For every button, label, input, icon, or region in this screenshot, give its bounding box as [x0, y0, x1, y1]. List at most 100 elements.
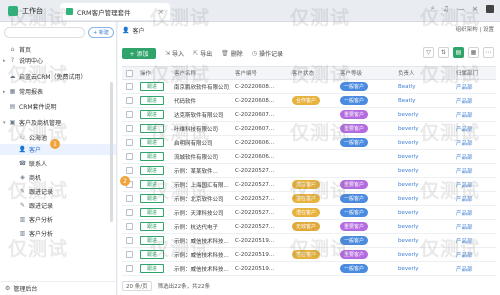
row-checkbox[interactable]	[126, 153, 133, 160]
top-right-links[interactable]: 组织架构 | 设置	[456, 25, 494, 33]
import-button[interactable]: ⇲ 导入	[165, 49, 184, 58]
follow-up-button[interactable]: 跟进	[140, 166, 164, 175]
col-header-status[interactable]: 客户状态	[292, 67, 332, 79]
follow-up-button[interactable]: 跟进	[140, 236, 164, 245]
customer-name[interactable]: 代码软件	[174, 94, 234, 107]
row-checkbox[interactable]	[126, 195, 133, 202]
owner-link[interactable]: beverly	[398, 234, 438, 247]
page-size-select[interactable]: 20 条/页	[122, 281, 152, 291]
customer-name[interactable]: 示例：北京软件公司	[174, 192, 234, 205]
col-header-level[interactable]: 客户等级	[340, 67, 390, 79]
dept-link[interactable]: 产品部	[456, 262, 496, 275]
search-input[interactable]	[4, 27, 85, 38]
log-button[interactable]: ◷ 操作记录	[252, 49, 283, 58]
owner-link[interactable]: beverly	[398, 150, 438, 163]
row-checkbox[interactable]	[126, 209, 133, 216]
table-row[interactable]: 跟进 示例：某某软件... C-20220527... beverly 产品部	[122, 164, 496, 178]
dept-link[interactable]: 产品部	[456, 150, 496, 163]
sidebar-item[interactable]: ◈ 商机	[0, 172, 116, 183]
sidebar-item[interactable]: ▥ 客户分析	[0, 214, 116, 225]
sidebar-item[interactable]: ▥ 客户分析	[0, 228, 116, 239]
admin-link[interactable]: ⚙ 管理后台	[0, 281, 116, 295]
dept-link[interactable]: 产品部	[456, 192, 496, 205]
row-checkbox[interactable]	[126, 83, 133, 90]
more-icon[interactable]: ⋯	[483, 47, 494, 58]
table-row[interactable]: 跟进 南京鹏欣软件有限公司 C-20220608... 一般客户 Beatly 产品部	[122, 80, 496, 94]
table-row[interactable]: 跟进 代码软件 C-20220608... 合作客户 一般客户 Beatly 产品部	[122, 94, 496, 108]
follow-up-button[interactable]: 跟进	[140, 82, 164, 91]
dept-link[interactable]: 产品部	[456, 94, 496, 107]
owner-link[interactable]: Beatly	[398, 94, 438, 107]
col-header-dept[interactable]: 归属部门	[456, 67, 496, 79]
col-header-name[interactable]: 客户名称	[174, 67, 234, 79]
customer-name[interactable]: 示例：杭达代电子	[174, 220, 234, 233]
owner-link[interactable]: beverly	[398, 136, 438, 149]
sidebar-item[interactable]: ⌂ 首页	[0, 44, 116, 55]
customer-name[interactable]: 示例：威信技术科技...	[174, 234, 234, 247]
dept-link[interactable]: 产品部	[456, 108, 496, 121]
sidebar-scrollbar[interactable]	[110, 82, 113, 222]
owner-link[interactable]: beverly	[398, 108, 438, 121]
table-row[interactable]: 跟进 示例：上海国汇有限... C-20220527... 潜在客户 重要客户 bever…	[122, 178, 496, 192]
sidebar-item[interactable]: ☎ 联系人	[0, 158, 116, 169]
customer-name[interactable]: 南京鹏欣软件有限公司	[174, 80, 234, 93]
sort-icon[interactable]: ⇅	[438, 47, 449, 58]
customer-name[interactable]: 示例：威信技术科技...	[174, 262, 234, 275]
customer-name[interactable]: 示例：上海国汇有限...	[174, 178, 234, 191]
table-row[interactable]: 跟进 启明网有限公司 C-20220606... 一般客户 beverly 产品部	[122, 136, 496, 150]
close-icon[interactable]: ×	[472, 5, 478, 13]
dept-link[interactable]: 产品部	[456, 248, 496, 261]
customer-name[interactable]: 流城软件有限公司	[174, 150, 234, 163]
dept-link[interactable]: 产品部	[456, 178, 496, 191]
dept-link[interactable]: 产品部	[456, 164, 496, 177]
table-row[interactable]: 跟进 示例：杭达代电子 C-20220527... 无效客户 重要客户 beverly 产品…	[122, 220, 496, 234]
customer-name[interactable]: 达克斯软件有限公司	[174, 108, 234, 121]
row-checkbox[interactable]	[126, 237, 133, 244]
owner-link[interactable]: beverly	[398, 262, 438, 275]
add-button[interactable]: + 添加	[122, 47, 156, 59]
customer-name[interactable]: 示例：某某软件...	[174, 164, 234, 177]
follow-up-button[interactable]: 跟进	[140, 208, 164, 217]
table-row[interactable]: 跟进 叶维科技有限公司 C-20220607... 重要客户 beverly 产品部	[122, 122, 496, 136]
tab-close-icon[interactable]: ×	[158, 8, 164, 16]
table-row[interactable]: 跟进 示例：威信技术科技... C-20220519... 一般客户 beverly 产品…	[122, 262, 496, 276]
table-row[interactable]: 跟进 示例：威信技术科技... C-20220519... 潜在客户 重要客户 bever…	[122, 248, 496, 262]
row-checkbox[interactable]	[126, 167, 133, 174]
owner-link[interactable]: Beatly	[398, 80, 438, 93]
dept-link[interactable]: 产品部	[456, 234, 496, 247]
table-row[interactable]: 跟进 示例：北京软件公司 C-20220527... 潜在客户 一般客户 beverly 产…	[122, 192, 496, 206]
search-icon[interactable]: ⌕	[431, 4, 435, 13]
dept-link[interactable]: 产品部	[456, 122, 496, 135]
dept-link[interactable]: 产品部	[456, 220, 496, 233]
sidebar-item[interactable]: ▸ ▦ 常用报表	[0, 86, 116, 97]
owner-link[interactable]: beverly	[398, 192, 438, 205]
row-checkbox[interactable]	[126, 223, 133, 230]
row-checkbox[interactable]	[126, 139, 133, 146]
dept-link[interactable]: 产品部	[456, 206, 496, 219]
sidebar-item[interactable]: ✎ 跟进记录	[0, 186, 116, 197]
owner-link[interactable]: beverly	[398, 164, 438, 177]
new-button[interactable]: + 新建	[88, 27, 114, 38]
owner-link[interactable]: beverly	[398, 248, 438, 261]
row-checkbox[interactable]	[126, 251, 133, 258]
table-row[interactable]: 跟进 示例：威信技术科技... C-20220519... 一般客户 beverly 产品…	[122, 234, 496, 248]
follow-up-button[interactable]: 跟进	[140, 152, 164, 161]
export-button[interactable]: ⇱ 导出	[193, 49, 212, 58]
follow-up-button[interactable]: 跟进	[140, 250, 164, 259]
row-checkbox[interactable]	[126, 97, 133, 104]
col-header-owner[interactable]: 负责人	[398, 67, 438, 79]
select-all-checkbox[interactable]	[126, 69, 133, 77]
minimize-icon[interactable]: —	[457, 5, 464, 13]
dept-link[interactable]: 产品部	[456, 80, 496, 93]
dept-link[interactable]: 产品部	[456, 136, 496, 149]
owner-link[interactable]: beverly	[398, 206, 438, 219]
follow-up-button[interactable]: 跟进	[140, 138, 164, 147]
customer-name[interactable]: 启明网有限公司	[174, 136, 234, 149]
row-checkbox[interactable]	[126, 125, 133, 132]
row-checkbox[interactable]	[126, 265, 133, 272]
owner-link[interactable]: beverly	[398, 122, 438, 135]
table-row[interactable]: 跟进 示例：天津科技公司 C-20220527... 潜在客户 一般客户 beverly 产…	[122, 206, 496, 220]
owner-link[interactable]: beverly	[398, 220, 438, 233]
notification-icon[interactable]: ♫	[443, 5, 449, 13]
follow-up-button[interactable]: 跟进	[140, 180, 164, 189]
